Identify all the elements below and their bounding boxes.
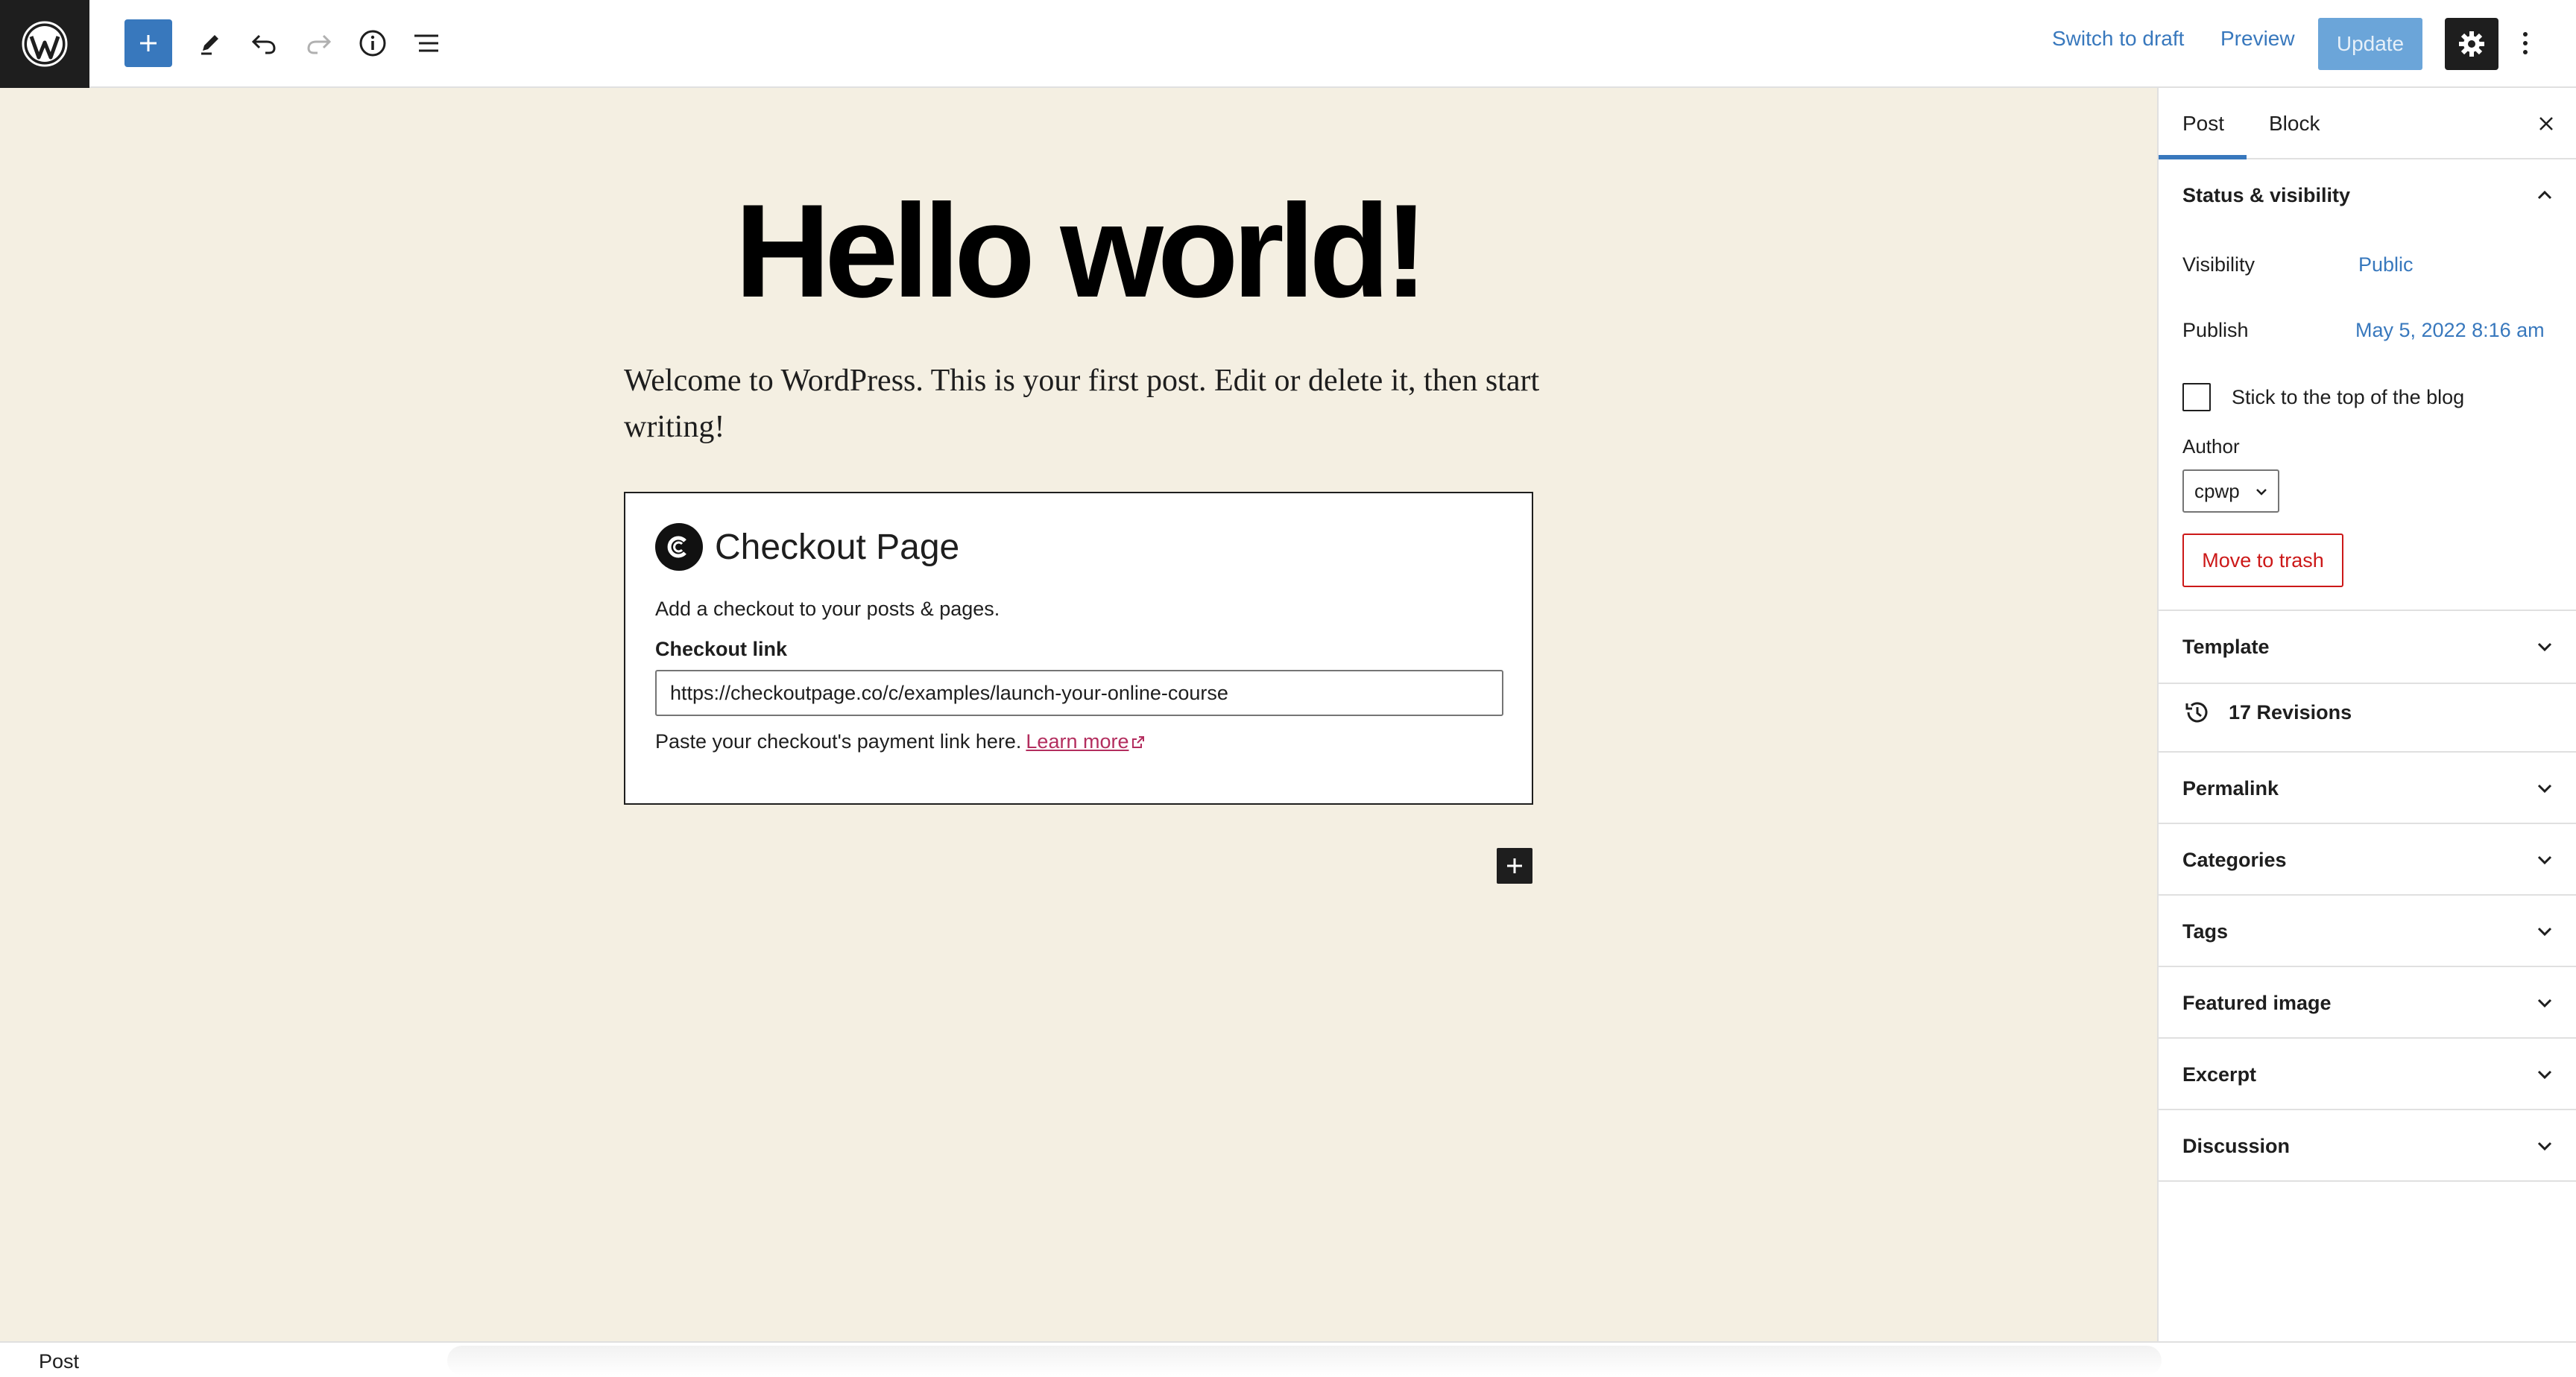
- gear-icon: [2459, 31, 2484, 57]
- settings-button[interactable]: [2445, 18, 2498, 70]
- divider: [2159, 683, 2576, 684]
- visibility-label: Visibility: [2182, 253, 2255, 276]
- preview-button[interactable]: Preview: [2220, 27, 2295, 51]
- excerpt-heading: Excerpt: [2182, 1063, 2257, 1086]
- list-view-button[interactable]: [402, 19, 450, 67]
- author-select-value: cpwp: [2194, 479, 2240, 502]
- post-title[interactable]: Hello world!: [0, 185, 2157, 317]
- categories-heading: Categories: [2182, 848, 2287, 871]
- checkout-block-description: Add a checkout to your posts & pages.: [655, 598, 1000, 620]
- chevron-down-icon: [2537, 784, 2552, 794]
- status-visibility-panel-toggle[interactable]: Status & visibility: [2159, 159, 2576, 231]
- checkout-help-text: Paste your checkout's payment link here.: [655, 730, 1022, 753]
- checkout-page-logo-icon: [655, 523, 703, 571]
- chevron-down-icon: [2537, 855, 2552, 865]
- external-link-icon: [1132, 735, 1145, 748]
- revisions-link[interactable]: 17 Revisions: [2182, 697, 2352, 727]
- undo-icon: [251, 34, 276, 54]
- tools-button[interactable]: [186, 19, 234, 67]
- editor-toolbar: Switch to draft Preview Update: [0, 0, 2576, 88]
- chevron-up-icon: [2537, 190, 2552, 200]
- close-icon: [2539, 117, 2553, 130]
- template-heading: Template: [2182, 635, 2270, 658]
- editor-canvas: Hello world! Welcome to WordPress. This …: [0, 88, 2157, 1341]
- checkout-link-input[interactable]: [655, 670, 1503, 716]
- info-icon: [359, 30, 386, 57]
- learn-more-link[interactable]: Learn more: [1026, 730, 1128, 753]
- wordpress-logo-button[interactable]: [0, 0, 89, 88]
- visibility-toggle[interactable]: Public: [2358, 253, 2414, 276]
- plus-icon: [1507, 858, 1522, 873]
- editor-footer: Post: [0, 1341, 2576, 1377]
- close-sidebar-button[interactable]: [2531, 109, 2561, 139]
- undo-button[interactable]: [240, 19, 288, 67]
- history-icon: [2185, 702, 2208, 723]
- permalink-heading: Permalink: [2182, 776, 2279, 800]
- chevron-down-icon: [2537, 642, 2552, 652]
- redo-icon: [307, 34, 332, 54]
- checkout-block-title: Checkout Page: [715, 527, 960, 567]
- wordpress-logo-icon: [22, 21, 68, 67]
- sidebar-tabs: Post Block: [2159, 88, 2576, 159]
- more-vertical-icon: [2523, 32, 2528, 54]
- sticky-label[interactable]: Stick to the top of the blog: [2232, 386, 2464, 409]
- move-to-trash-button[interactable]: Move to trash: [2182, 534, 2343, 587]
- footer-shadow: [447, 1346, 2162, 1376]
- plus-icon: [140, 35, 157, 51]
- template-panel-toggle[interactable]: Template: [2159, 611, 2576, 683]
- featured-image-heading: Featured image: [2182, 991, 2332, 1014]
- sticky-checkbox[interactable]: [2182, 383, 2211, 411]
- featured-image-panel-toggle[interactable]: Featured image: [2159, 967, 2576, 1039]
- settings-sidebar: Post Block Status & visibility Visibilit…: [2157, 88, 2576, 1341]
- checkout-link-label: Checkout link: [655, 638, 788, 660]
- publish-date-toggle[interactable]: May 5, 2022 8:16 am: [2355, 319, 2545, 342]
- author-label: Author: [2182, 435, 2240, 458]
- tags-heading: Tags: [2182, 919, 2229, 943]
- revisions-label: 17 Revisions: [2229, 700, 2352, 724]
- add-block-button[interactable]: [1497, 848, 1532, 884]
- tab-post[interactable]: Post: [2182, 88, 2224, 159]
- block-breadcrumb[interactable]: Post: [39, 1350, 79, 1373]
- chevron-down-icon: [2537, 927, 2552, 937]
- post-paragraph[interactable]: Welcome to WordPress. This is your first…: [624, 358, 1541, 450]
- update-button[interactable]: Update: [2318, 18, 2422, 70]
- options-button[interactable]: [2507, 19, 2543, 67]
- author-select[interactable]: cpwp: [2182, 469, 2279, 513]
- chevron-down-icon: [2537, 1070, 2552, 1080]
- discussion-heading: Discussion: [2182, 1134, 2291, 1157]
- details-button[interactable]: [349, 19, 397, 67]
- excerpt-panel-toggle[interactable]: Excerpt: [2159, 1039, 2576, 1110]
- pencil-icon: [201, 35, 218, 55]
- tab-block[interactable]: Block: [2269, 88, 2320, 159]
- list-view-icon: [414, 34, 438, 52]
- categories-panel-toggle[interactable]: Categories: [2159, 824, 2576, 896]
- redo-button[interactable]: [295, 19, 343, 67]
- tags-panel-toggle[interactable]: Tags: [2159, 896, 2576, 967]
- chevron-down-icon: [2537, 998, 2552, 1008]
- permalink-panel-toggle[interactable]: Permalink: [2159, 753, 2576, 824]
- discussion-panel-toggle[interactable]: Discussion: [2159, 1110, 2576, 1182]
- publish-label: Publish: [2182, 319, 2249, 341]
- chevron-down-icon: [2537, 1142, 2552, 1151]
- divider: [2159, 1180, 2576, 1182]
- switch-to-draft-button[interactable]: Switch to draft: [2052, 27, 2184, 51]
- checkout-block-header: Checkout Page: [655, 523, 959, 571]
- checkout-page-block[interactable]: Checkout Page Add a checkout to your pos…: [624, 492, 1533, 805]
- chevron-down-icon: [2256, 489, 2267, 496]
- checkout-link-help: Paste your checkout's payment link here.…: [655, 730, 1146, 753]
- block-inserter-button[interactable]: [124, 19, 172, 67]
- status-visibility-heading: Status & visibility: [2182, 183, 2351, 206]
